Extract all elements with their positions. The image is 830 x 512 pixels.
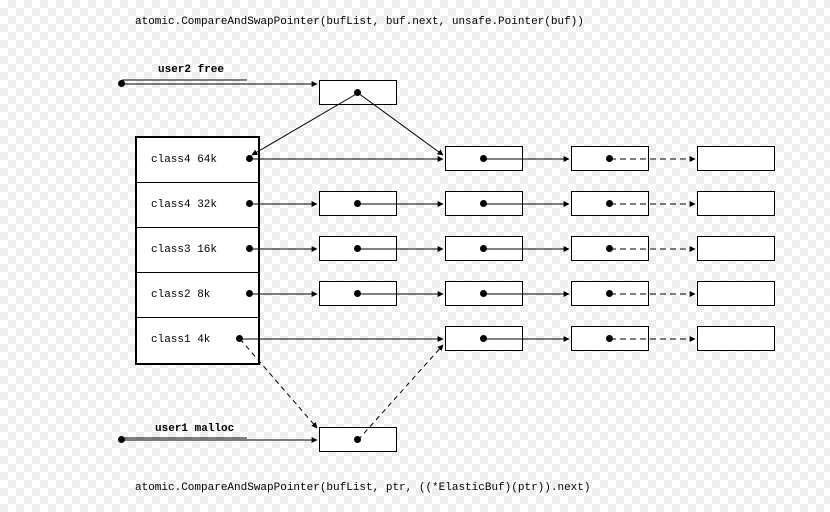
user1-malloc-label: user1 malloc [155,423,234,435]
buf-8k-3 [697,281,775,306]
buf-32k-3 [697,191,775,216]
class-cell-8k: class2 8k [137,273,258,318]
class-label: class4 32k [151,199,217,211]
class-cell-16k: class3 16k [137,228,258,273]
free-box-dot [354,89,361,96]
buf-64k-2 [697,146,775,171]
class-8k-dot [246,290,253,297]
buf-64k-1-dot [606,155,613,162]
buf-4k-2 [697,326,775,351]
buf-32k-0-dot [354,200,361,207]
code-top: atomic.CompareAndSwapPointer(bufList, bu… [135,16,584,28]
buf-16k-0-dot [354,245,361,252]
buf-16k-3 [697,236,775,261]
buf-4k-1-dot [606,335,613,342]
user2-free-label: user2 free [158,64,224,76]
class-64k-dot [246,155,253,162]
class-16k-dot [246,245,253,252]
class-label: class1 4k [151,334,210,346]
class-label: class4 64k [151,154,217,166]
class-cell-64k: class4 64k [137,138,258,183]
buf-64k-0-dot [480,155,487,162]
user1-dot [118,436,125,443]
user2-dot [118,80,125,87]
buf-8k-2-dot [606,290,613,297]
buf-16k-2-dot [606,245,613,252]
class-4k-dot [236,335,243,342]
class-label: class2 8k [151,289,210,301]
malloc-box-dot [354,436,361,443]
class-stack: class4 64k class4 32k class3 16k class2 … [135,136,260,365]
class-cell-32k: class4 32k [137,183,258,228]
code-bottom: atomic.CompareAndSwapPointer(bufList, pt… [135,482,590,494]
buf-32k-1-dot [480,200,487,207]
buf-8k-0-dot [354,290,361,297]
class-32k-dot [246,200,253,207]
buf-8k-1-dot [480,290,487,297]
buf-4k-0-dot [480,335,487,342]
buf-16k-1-dot [480,245,487,252]
buf-32k-2-dot [606,200,613,207]
class-label: class3 16k [151,244,217,256]
